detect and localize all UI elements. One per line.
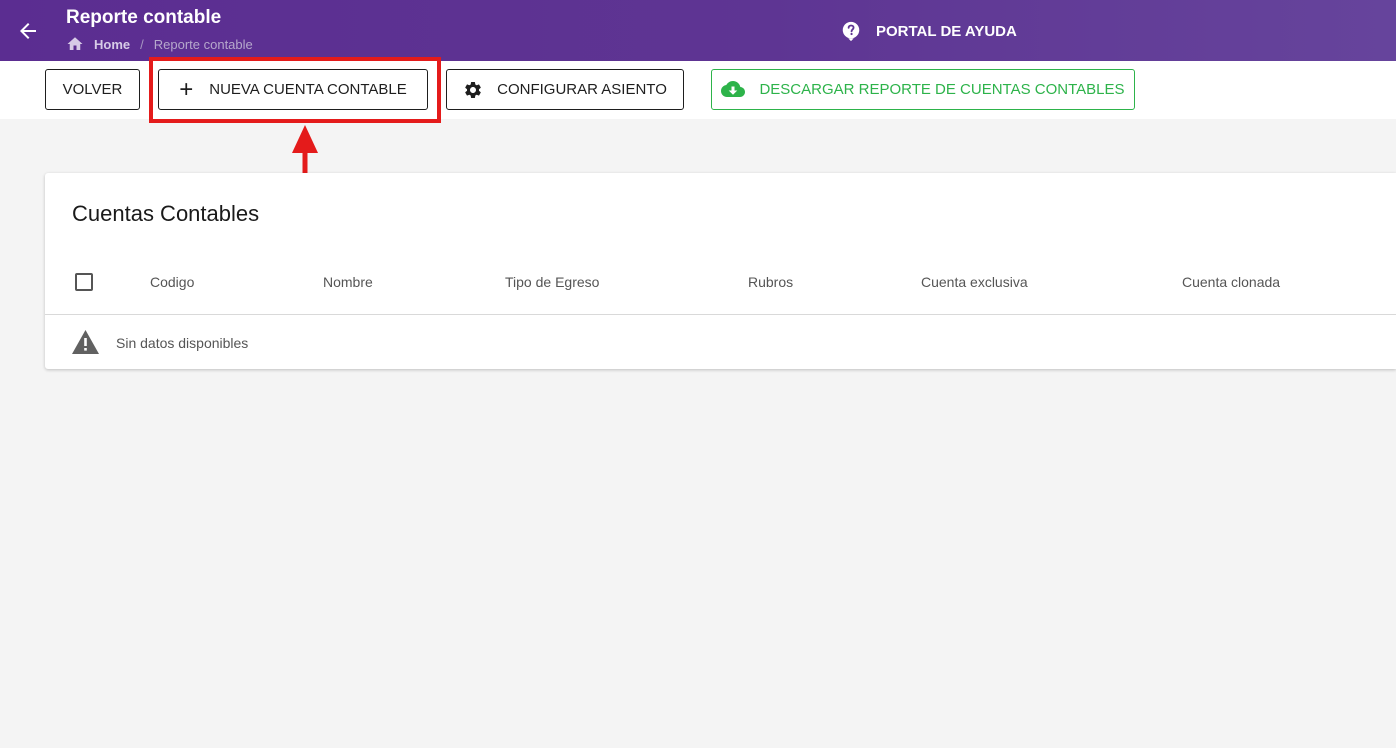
empty-state-row: Sin datos disponibles bbox=[45, 316, 1396, 369]
breadcrumb-separator: / bbox=[140, 36, 144, 52]
empty-state-text: Sin datos disponibles bbox=[116, 335, 249, 351]
gear-icon bbox=[465, 81, 481, 98]
column-header-cuenta-exclusiva[interactable]: Cuenta exclusiva bbox=[921, 274, 1028, 290]
nueva-cuenta-contable-label: NUEVA CUENTA CONTABLE bbox=[209, 81, 407, 98]
nueva-cuenta-contable-button[interactable]: + NUEVA CUENTA CONTABLE bbox=[158, 69, 428, 110]
column-header-rubros[interactable]: Rubros bbox=[748, 274, 793, 290]
page-title: Reporte contable bbox=[66, 7, 222, 28]
descargar-reporte-label: DESCARGAR REPORTE DE CUENTAS CONTABLES bbox=[759, 81, 1125, 98]
select-all-checkbox[interactable] bbox=[75, 273, 93, 291]
breadcrumb-current: Reporte contable bbox=[153, 36, 253, 52]
breadcrumb-home-link[interactable]: Home bbox=[94, 37, 130, 52]
top-app-bar: Reporte contable Home / Reporte contable… bbox=[0, 0, 1396, 61]
warning-icon bbox=[72, 330, 99, 354]
configurar-asiento-label: CONFIGURAR ASIENTO bbox=[497, 81, 667, 98]
action-toolbar: VOLVER + NUEVA CUENTA CONTABLE CONFIGURA… bbox=[0, 61, 1396, 119]
column-header-nombre[interactable]: Nombre bbox=[323, 274, 373, 290]
arrow-left-icon[interactable] bbox=[16, 19, 40, 43]
column-header-cuenta-clonada[interactable]: Cuenta clonada bbox=[1182, 274, 1280, 290]
card-title: Cuentas Contables bbox=[72, 201, 260, 226]
home-icon[interactable] bbox=[66, 35, 84, 53]
column-header-codigo[interactable]: Codigo bbox=[150, 274, 194, 290]
help-portal-label: PORTAL DE AYUDA bbox=[876, 22, 1017, 40]
table-header: Codigo Nombre Tipo de Egreso Rubros Cuen… bbox=[45, 255, 1396, 315]
help-portal-link[interactable]: PORTAL DE AYUDA bbox=[840, 20, 1017, 42]
volver-button-label: VOLVER bbox=[62, 81, 123, 98]
cuentas-contables-card: Cuentas Contables Codigo Nombre Tipo de … bbox=[45, 173, 1396, 369]
volver-button[interactable]: VOLVER bbox=[45, 69, 140, 110]
breadcrumb: Home / Reporte contable bbox=[66, 35, 253, 53]
help-circle-icon bbox=[842, 21, 860, 42]
configurar-asiento-button[interactable]: CONFIGURAR ASIENTO bbox=[446, 69, 684, 110]
descargar-reporte-button[interactable]: DESCARGAR REPORTE DE CUENTAS CONTABLES bbox=[711, 69, 1135, 110]
column-header-tipo-egreso[interactable]: Tipo de Egreso bbox=[505, 274, 599, 290]
plus-icon: + bbox=[179, 75, 194, 103]
cloud-download-icon bbox=[721, 80, 746, 97]
